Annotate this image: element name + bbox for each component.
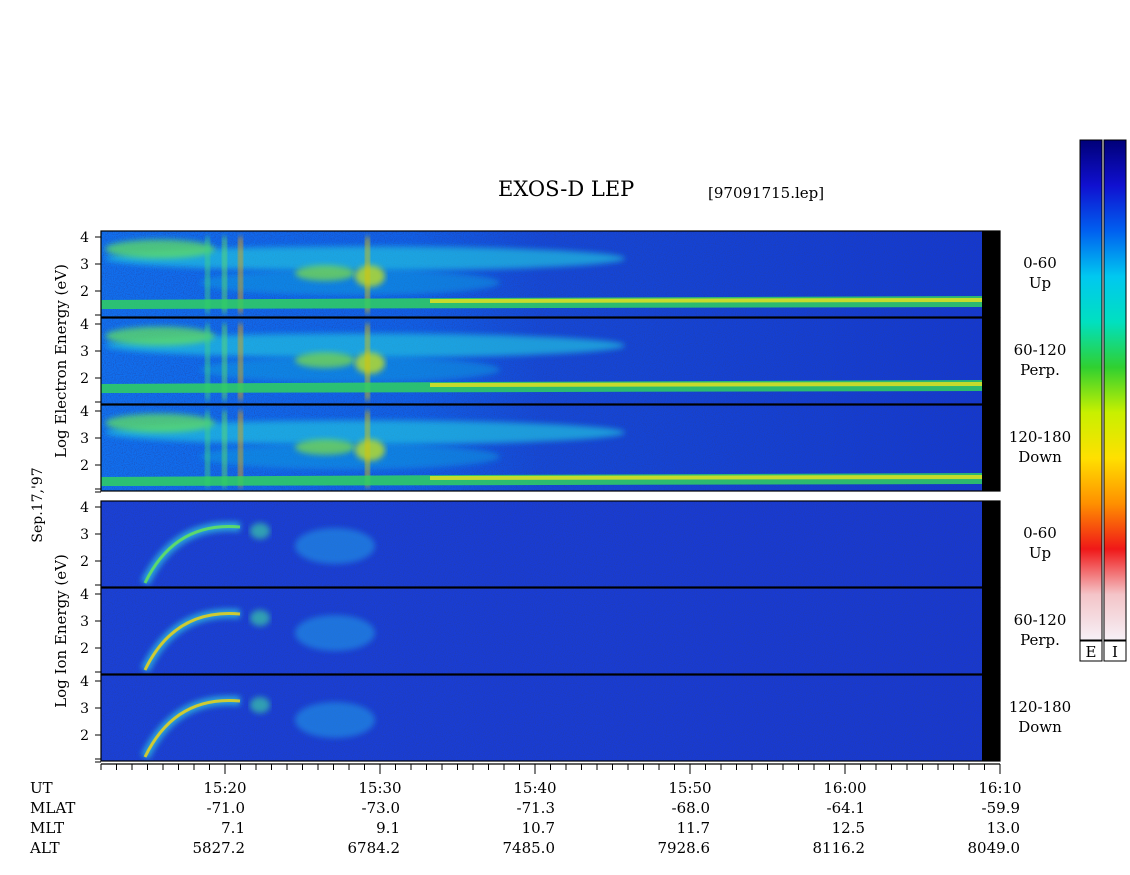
y-tick-label: 2 [80, 371, 89, 387]
ephemeris-row-name: MLAT [30, 799, 75, 817]
no-data-strip [982, 231, 1000, 317]
panel-pitch-label: 0-60 [1023, 254, 1057, 272]
ion-axis-label: Log Ion Energy (eV) [52, 554, 70, 708]
flux-streak [222, 411, 227, 487]
ephemeris-value: -59.9 [982, 799, 1020, 817]
flux-region [250, 610, 270, 626]
ephemeris-row-name: UT [30, 779, 53, 797]
y-tick-label: 3 [80, 257, 89, 273]
spectrogram-panel-ion-2 [100, 587, 1001, 675]
y-tick-label: 2 [80, 554, 89, 570]
flux-region [295, 352, 355, 368]
ephemeris-value: 6784.2 [348, 839, 401, 857]
ephemeris-value: 8116.2 [813, 839, 866, 857]
panel-pitch-label: 120-180 [1009, 428, 1071, 446]
no-data-strip [982, 675, 1000, 761]
flux-region [295, 265, 355, 281]
ephemeris-value: -73.0 [362, 799, 400, 817]
no-data-strip [982, 588, 1000, 674]
y-tick-label: 3 [80, 527, 89, 543]
flux-region [105, 239, 215, 259]
y-tick-label: 2 [80, 728, 89, 744]
flux-region [250, 523, 270, 539]
electron-axis-label: Log Electron Energy (eV) [52, 264, 70, 458]
ephemeris-value: 15:20 [203, 779, 246, 797]
ephemeris-value: 7.1 [221, 819, 245, 837]
panel-direction-label: Up [1029, 274, 1051, 292]
panel-pitch-label: 120-180 [1009, 698, 1071, 716]
panel-noise [101, 675, 982, 761]
colorbar-i: I [1103, 139, 1127, 662]
panel-pitch-label: 60-120 [1014, 611, 1067, 629]
ephemeris-value: 16:10 [978, 779, 1021, 797]
ephemeris-value: 5827.2 [193, 839, 246, 857]
panel-pitch-label: 0-60 [1023, 524, 1057, 542]
no-data-strip [982, 501, 1000, 587]
date-label: Sep.17,'97 [30, 467, 46, 542]
panel-pitch-label: 60-120 [1014, 341, 1067, 359]
flux-region [295, 615, 375, 651]
flux-region [105, 326, 215, 346]
flux-region [250, 697, 270, 713]
panel-direction-label: Down [1018, 718, 1062, 736]
ephemeris-row-name: MLT [30, 819, 64, 837]
y-tick-label: 2 [80, 458, 89, 474]
y-tick-label: 4 [80, 404, 89, 420]
y-tick-label: 3 [80, 431, 89, 447]
no-data-strip [982, 405, 1000, 491]
ephemeris-value: 15:30 [358, 779, 401, 797]
y-tick-label: 3 [80, 344, 89, 360]
y-tick-label: 4 [80, 587, 89, 603]
flux-region [295, 702, 375, 738]
colorbar-e: E [1079, 139, 1103, 662]
colorbar-label: I [1112, 643, 1118, 661]
ephemeris-value: 7928.6 [658, 839, 711, 857]
y-tick-label: 4 [80, 500, 89, 516]
ephemeris-value: 15:40 [513, 779, 556, 797]
spectrogram-figure: EXOS-D LEP [97091715.lep] 4 3 2 0-60 Up 4 3 2 60… [0, 0, 1130, 875]
y-tick-label: 3 [80, 614, 89, 630]
ephemeris-value: 16:00 [823, 779, 866, 797]
spectrogram-panel-ion-1 [100, 500, 1001, 588]
spectrogram-panel-electron-3 [100, 404, 1001, 492]
flux-region [295, 439, 355, 455]
ephemeris-value: 10.7 [522, 819, 555, 837]
panel-noise [101, 501, 982, 587]
ephemeris-value: -68.0 [672, 799, 710, 817]
ephemeris-row-name: ALT [29, 839, 60, 857]
y-tick-label: 4 [80, 674, 89, 690]
ephemeris-value: 13.0 [987, 819, 1020, 837]
flux-region [295, 528, 375, 564]
y-tick-label: 4 [80, 317, 89, 333]
ephemeris-value: -71.0 [207, 799, 245, 817]
y-tick-label: 4 [80, 230, 89, 246]
colorbar-scale [1103, 139, 1127, 641]
spectrogram-panel-electron-1 [100, 230, 1001, 318]
ephemeris-value: -64.1 [827, 799, 865, 817]
spectrogram-panel-ion-3 [100, 674, 1001, 762]
panel-direction-label: Perp. [1020, 361, 1060, 379]
ephemeris-value: -71.3 [517, 799, 555, 817]
flux-region [105, 413, 215, 433]
panel-noise [101, 588, 982, 674]
y-tick-label: 3 [80, 701, 89, 717]
ephemeris-value: 9.1 [376, 819, 400, 837]
flux-streak [205, 411, 210, 487]
colorbar-scale [1079, 139, 1103, 641]
ephemeris-value: 7485.0 [503, 839, 556, 857]
no-data-strip [982, 318, 1000, 404]
panel-direction-label: Perp. [1020, 631, 1060, 649]
ephemeris-value: 12.5 [832, 819, 865, 837]
ephemeris-value: 11.7 [677, 819, 710, 837]
colorbar-label: E [1086, 643, 1097, 661]
flux-streak [238, 411, 243, 487]
y-tick-label: 2 [80, 284, 89, 300]
panel-direction-label: Down [1018, 448, 1062, 466]
panel-direction-label: Up [1029, 544, 1051, 562]
y-tick-label: 2 [80, 641, 89, 657]
ephemeris-value: 15:50 [668, 779, 711, 797]
spectrogram-plot: 4 3 2 0-60 Up 4 3 2 60-120 Perp. 4 3 2 120-180 Down 4 3 2… [29, 139, 1127, 857]
spectrogram-panel-electron-2 [100, 317, 1001, 405]
ephemeris-value: 8049.0 [968, 839, 1021, 857]
